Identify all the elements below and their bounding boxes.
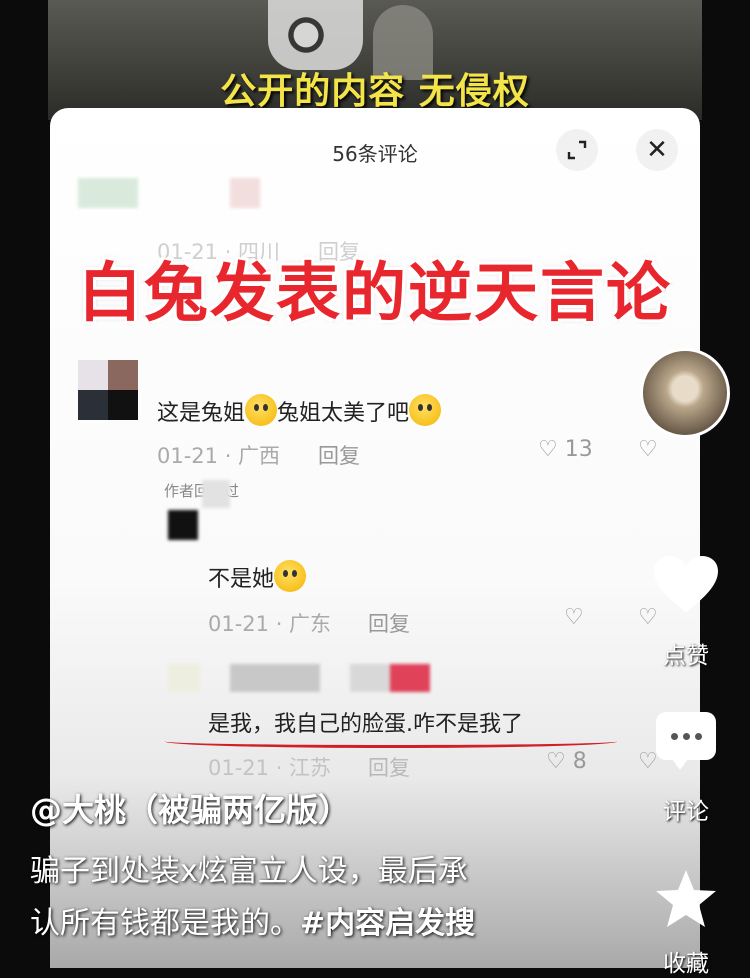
like-count: 13 [564,437,593,462]
reply-text: 不是她 [208,560,307,593]
like-button[interactable]: ♡ [564,605,584,630]
panel-title: 56条评论 [332,142,418,166]
reply-meta: 01-21 · 江苏 [208,756,332,780]
like-label[interactable]: 点赞 [648,636,724,670]
expand-icon [567,140,587,160]
video-figure [268,0,363,70]
comment-meta: 01-21 · 广西 [157,444,281,468]
reply-meta: 01-21 · 广东 [208,612,332,636]
post-description-text: 认所有钱都是我的。 [30,906,300,941]
like-button[interactable]: ♡ 13 [538,437,593,462]
close-button[interactable]: ✕ [636,129,678,171]
broken-heart-icon: ♡ [638,749,658,774]
post-description-line2: 认所有钱都是我的。#内容启发搜 [30,898,620,942]
heart-icon: ♡ [564,605,584,630]
reply-text-content: 不是她 [208,567,275,592]
comment-panel: 56条评论 ✕ 01-21 · 四川 回复 这是兔姐 兔姐太美了吧 01-21 ·… [50,108,700,968]
comment-avatar[interactable] [78,360,138,420]
favorite-label[interactable]: 收藏 [648,944,724,978]
close-icon: ✕ [646,135,668,165]
broken-heart-icon: ♡ [638,437,658,462]
heart-icon: ♡ [546,749,566,774]
post-description-line1: 骗子到处装x炫富立人设，最后承 [30,854,468,889]
dislike-button[interactable]: ♡ [638,749,658,774]
shocked-emoji-icon [245,394,278,426]
reply-username[interactable] [230,664,320,692]
like-count: 8 [572,749,587,774]
like-button[interactable]: ♡ 8 [546,749,587,774]
panel-header: 56条评论 ✕ [50,108,700,194]
comment-text-part1: 这是兔姐 [157,401,246,426]
post-author[interactable]: @大桃（被骗两亿版） [30,785,350,831]
crying-emoji-icon [409,394,442,426]
red-underline [165,735,617,748]
heart-icon: ♡ [538,437,558,462]
headline-overlay: 白兔发表的逆天言论 [78,257,672,331]
reply-text: 是我，我自己的脸蛋.咋不是我了 [208,712,523,737]
dislike-button[interactable]: ♡ [638,437,658,462]
comment-icon[interactable] [656,712,716,770]
reply-link[interactable]: 回复 [368,608,410,638]
star-icon[interactable] [654,868,718,930]
reply-tag [350,664,430,692]
creator-avatar[interactable] [640,348,730,438]
laughing-crying-emoji-icon [274,560,307,592]
reply-link[interactable]: 回复 [368,752,410,782]
comment-text: 这是兔姐 兔姐太美了吧 [157,394,442,427]
reply-link[interactable]: 回复 [318,440,360,470]
comment-text-part2: 兔姐太美了吧 [277,401,410,426]
like-heart-icon[interactable] [652,554,720,616]
comment-label[interactable]: 评论 [648,792,724,826]
hashtag-link[interactable]: #内容启发搜 [300,906,475,941]
video-caption: 公开的内容 无侵权 [220,71,530,112]
reply-avatar[interactable] [168,510,198,540]
expand-button[interactable] [556,129,598,171]
reply-avatar[interactable] [168,664,200,692]
username[interactable] [230,178,260,208]
reply-username[interactable] [202,480,230,508]
avatar[interactable] [78,178,138,208]
